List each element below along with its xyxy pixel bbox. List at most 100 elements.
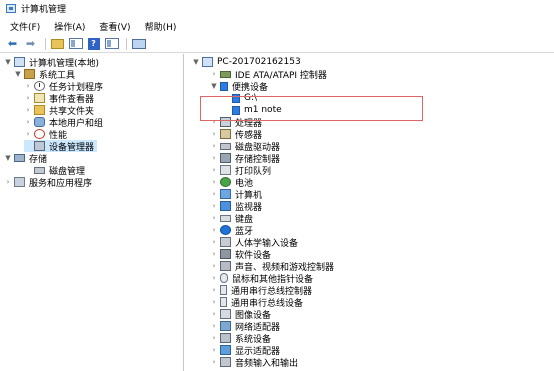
system-tools-icon [24,69,35,79]
expand-icon[interactable]: › [210,214,218,222]
expand-icon[interactable]: › [210,178,218,186]
tree-item-event-viewer[interactable]: › 事件查看器 [24,92,94,105]
portable-device-icon [220,81,228,91]
up-folder-button[interactable] [50,37,65,50]
tree-item-device-manager[interactable]: 设备管理器 [24,140,98,153]
back-button[interactable]: ⬅ [5,37,20,50]
tree-item-storage[interactable]: ▼ 存储 [4,152,48,165]
menu-action[interactable]: 操作(A) [54,20,85,33]
device-category[interactable]: › 声音、视频和游戏控制器 [210,260,334,273]
device-category[interactable]: › 图像设备 [210,308,271,321]
device-category[interactable]: › 计算机 [210,188,262,201]
properties-button[interactable] [104,37,119,50]
collapse-icon[interactable]: ▼ [192,58,200,66]
tree-item-local-users[interactable]: › 本地用户和组 [24,116,103,129]
expand-icon[interactable]: › [210,274,218,282]
expand-icon[interactable]: › [210,202,218,210]
expand-icon[interactable]: › [210,142,218,150]
device-category[interactable]: › 软件设备 [210,248,271,261]
expand-icon[interactable]: › [210,286,218,294]
expand-icon[interactable]: › [4,178,12,186]
disk-drive-icon [220,142,231,150]
expand-icon[interactable]: › [210,346,218,354]
device-category[interactable]: › 蓝牙 [210,224,253,237]
expand-icon[interactable]: › [210,130,218,138]
battery-icon [220,177,231,187]
panel-icon [104,38,119,49]
expand-icon[interactable]: › [210,334,218,342]
device-manager-icon [34,141,45,151]
expand-icon[interactable]: › [24,94,32,102]
forward-arrow-icon: ➡ [25,37,36,50]
device-category[interactable]: › 打印队列 [210,164,271,177]
collapse-icon[interactable]: ▼ [210,82,218,90]
expand-icon[interactable]: › [210,250,218,258]
menu-file[interactable]: 文件(F) [10,20,40,33]
collapse-icon[interactable]: ▼ [4,154,12,162]
tree-item-shared-folders[interactable]: › 共享文件夹 [24,104,94,117]
device-category[interactable]: › 网络适配器 [210,320,280,333]
device-category-label: 音频输入和输出 [235,358,299,369]
forward-button[interactable]: ➡ [23,37,38,50]
storage-controller-icon [220,153,231,163]
expand-icon[interactable]: › [210,226,218,234]
device-category[interactable]: › 磁盘驱动器 [210,140,280,153]
expand-icon[interactable]: › [210,298,218,306]
tree-item-task-scheduler[interactable]: › 任务计划程序 [24,80,103,93]
expand-icon[interactable]: › [210,310,218,318]
expand-icon[interactable]: › [24,130,32,138]
expand-icon[interactable]: › [210,70,218,78]
device-category[interactable]: › 键盘 [210,212,253,225]
usb-controller-icon [220,285,227,295]
tree-item-services[interactable]: › 服务和应用程序 [4,176,92,189]
device-category[interactable]: › 传感器 [210,128,262,141]
clock-icon [34,81,45,91]
tree-item-system-tools[interactable]: ▼ 系统工具 [14,68,75,81]
menu-view[interactable]: 查看(V) [99,20,130,33]
help-button[interactable]: ? [86,37,101,50]
device-category[interactable]: › 通用串行总线控制器 [210,284,312,297]
human-interface-device-icon [220,237,231,247]
back-arrow-icon: ⬅ [7,37,18,50]
expand-icon[interactable]: › [210,358,218,366]
display-adapter-icon [220,345,231,355]
expand-icon[interactable]: › [210,154,218,162]
tree-item-root[interactable]: ▼ 计算机管理(本地) [4,56,99,69]
expand-icon[interactable]: › [24,118,32,126]
tree-item-label: 存储 [29,154,48,165]
expand-icon[interactable]: › [210,166,218,174]
sensor-icon [220,129,231,139]
collapse-icon[interactable]: ▼ [4,58,12,66]
monitor-icon [220,201,231,211]
expand-icon[interactable]: › [210,322,218,330]
device-category[interactable]: › 存储控制器 [210,152,280,165]
device-category[interactable]: › 系统设备 [210,332,271,345]
device-category[interactable]: › 显示适配器 [210,344,280,357]
device-category[interactable]: › 通用串行总线设备 [210,296,303,309]
expand-icon[interactable]: › [210,238,218,246]
computer-management-icon [6,4,16,13]
device-category[interactable]: › IDE ATA/ATAPI 控制器 [210,68,327,81]
device-category[interactable]: › 监视器 [210,200,262,213]
menu-bar: 文件(F) 操作(A) 查看(V) 帮助(H) [0,19,554,34]
monitor-button[interactable] [131,37,146,50]
device-category[interactable]: › 电池 [210,176,253,189]
device-category[interactable]: › 鼠标和其他指针设备 [210,272,313,285]
tree-item-disk-management[interactable]: 磁盘管理 [24,164,85,177]
menu-help[interactable]: 帮助(H) [145,20,177,33]
show-console-tree-button[interactable] [68,37,83,50]
imaging-device-icon [220,309,231,319]
expand-icon[interactable]: › [210,190,218,198]
toolbar-separator [126,37,127,50]
device-category[interactable]: › 人体学输入设备 [210,236,298,249]
device-category[interactable]: › 音频输入和输出 [210,356,299,369]
tree-item-computer-root[interactable]: ▼ PC-201702162153 [192,56,301,68]
expand-icon[interactable]: › [210,262,218,270]
expand-icon[interactable]: › [24,106,32,114]
tree-item-performance[interactable]: › 性能 [24,128,67,141]
computer-icon [220,189,231,199]
expand-icon[interactable]: › [24,82,32,90]
sound-controller-icon [220,261,231,271]
device-category[interactable]: ▼ 便携设备 [210,80,268,93]
collapse-icon[interactable]: ▼ [14,70,22,78]
